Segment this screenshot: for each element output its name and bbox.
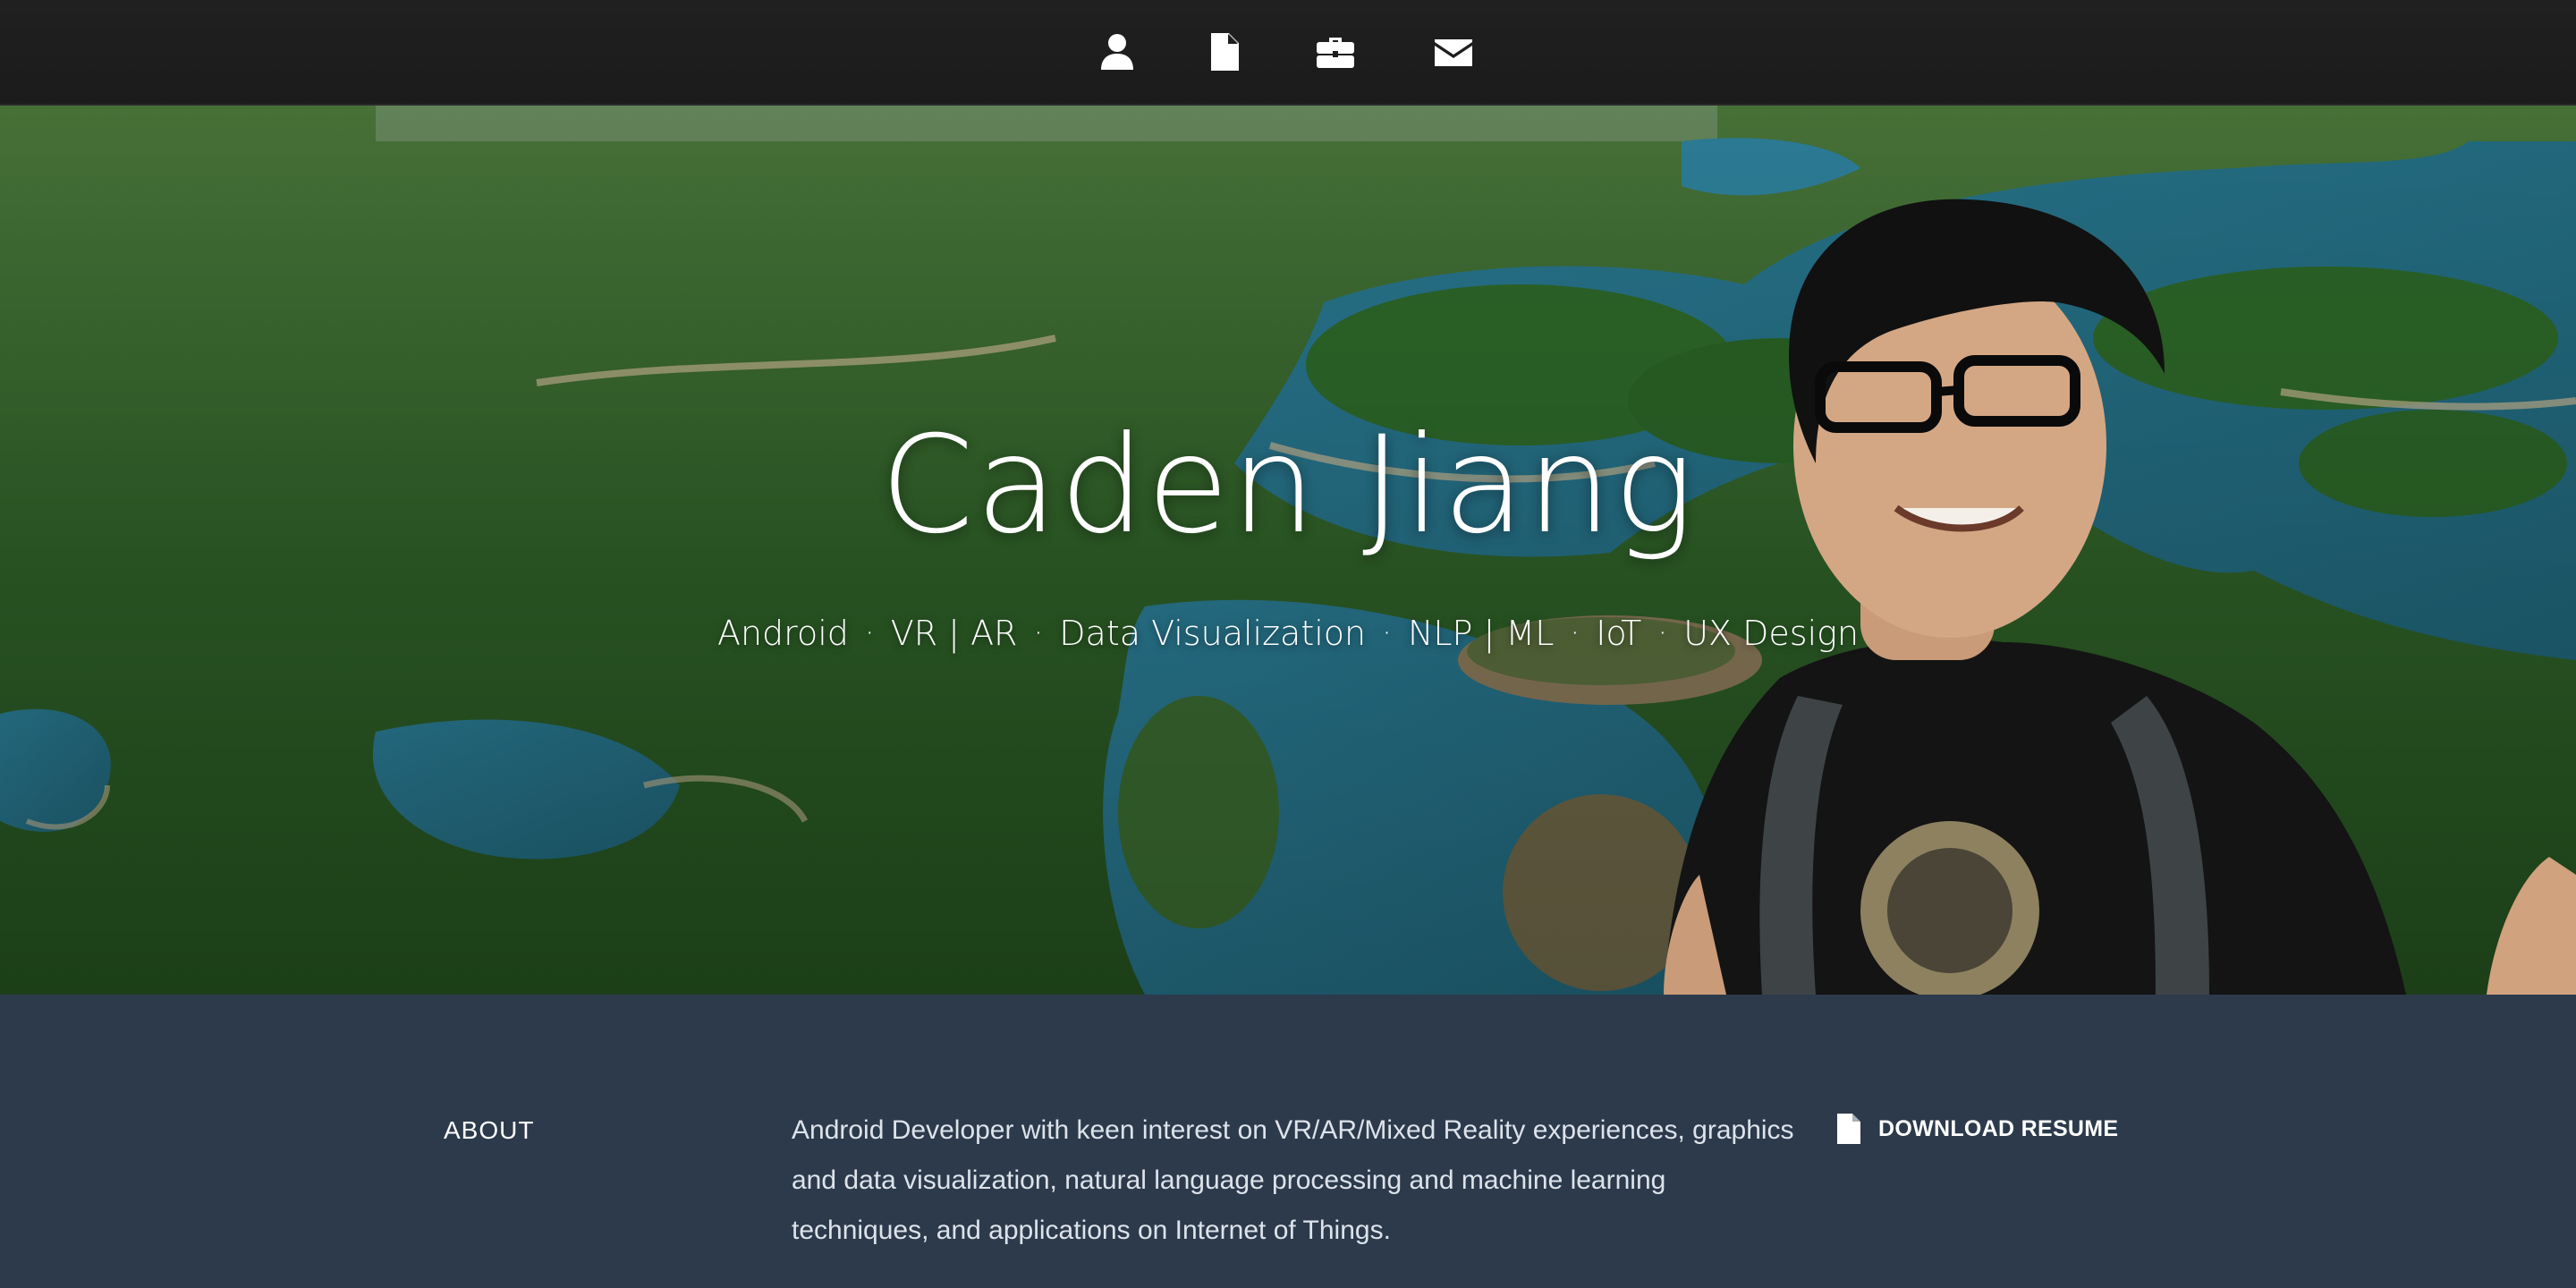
download-resume-label: DOWNLOAD RESUME	[1878, 1115, 2119, 1141]
about-heading: ABOUT	[444, 1116, 535, 1144]
about-description: Android Developer with keen interest on …	[792, 1115, 1794, 1245]
briefcase-icon	[1317, 38, 1354, 68]
envelope-icon	[1435, 39, 1472, 66]
nav-resume-link[interactable]	[1198, 25, 1251, 79]
tag-separator: ·	[864, 615, 875, 651]
about-section: ABOUT Android Developer with keen intere…	[0, 995, 2576, 1288]
download-resume-button[interactable]: DOWNLOAD RESUME	[1835, 1113, 2118, 1145]
tag-separator: ·	[1570, 615, 1580, 651]
nav-work-link[interactable]	[1309, 25, 1362, 79]
tag-separator: ·	[1657, 615, 1668, 651]
hero-tag: UX Design	[1683, 614, 1860, 653]
nav-contact-link[interactable]	[1427, 25, 1480, 79]
hero-title: Caden Jiang	[880, 408, 1696, 564]
tag-separator: ·	[1033, 615, 1044, 651]
top-navbar	[0, 0, 2576, 106]
hero-tagline: Android · VR | AR · Data Visualization ·…	[0, 614, 2576, 653]
nav-about-link[interactable]	[1090, 25, 1144, 79]
hero-tag: VR | AR	[890, 614, 1018, 653]
hero-tag: IoT	[1596, 614, 1642, 653]
file-icon	[1837, 1114, 1860, 1144]
hero-tag: Data Visualization	[1059, 614, 1367, 653]
hero-tag: Android	[716, 614, 849, 653]
user-icon	[1101, 34, 1133, 70]
tag-separator: ·	[1382, 615, 1392, 651]
hero-banner: Caden Jiang Android · VR | AR · Data Vis…	[0, 106, 2576, 995]
hero-tag: NLP | ML	[1407, 614, 1555, 653]
file-icon	[1211, 33, 1239, 71]
